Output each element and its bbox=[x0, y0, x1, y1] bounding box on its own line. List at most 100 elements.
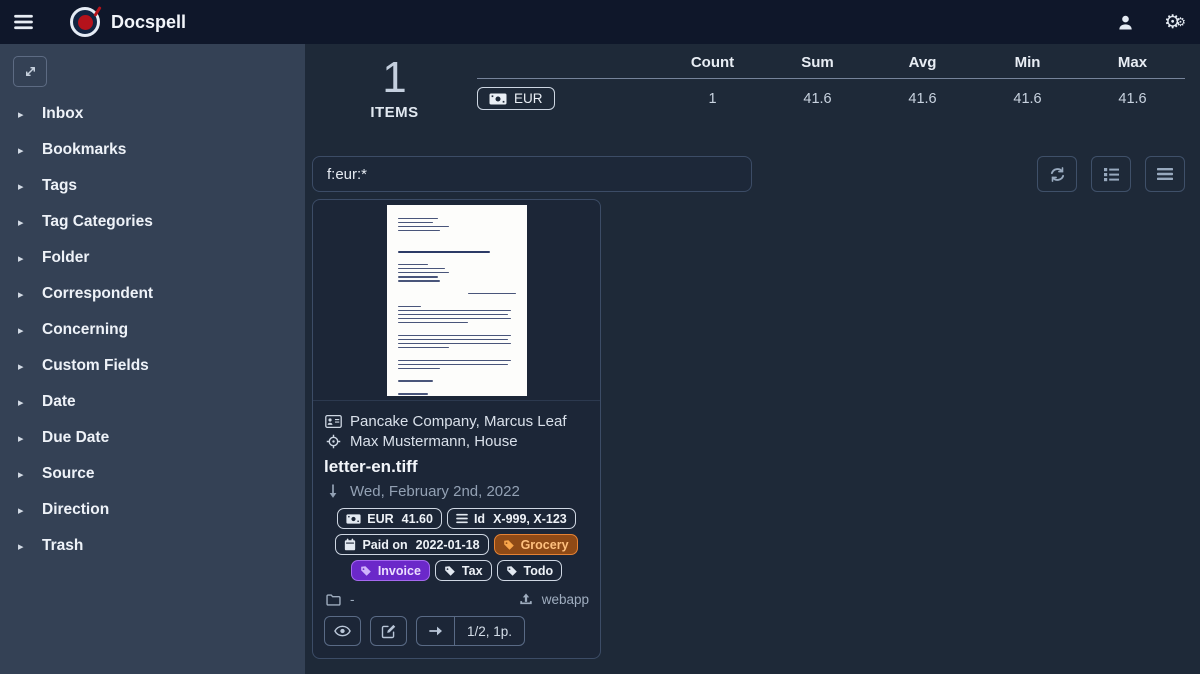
tag-badge-grocery[interactable]: Grocery bbox=[494, 534, 578, 555]
tag-badge-tax[interactable]: Tax bbox=[435, 560, 492, 581]
custom-field-badge[interactable]: Id X-999, X-123 bbox=[447, 508, 576, 529]
address-card-icon bbox=[324, 415, 342, 428]
calendar-icon bbox=[344, 538, 356, 551]
sidebar-item-tags[interactable]: ▸Tags bbox=[0, 168, 305, 204]
item-card: Pancake Company, Marcus Leaf Max Musterm… bbox=[312, 199, 601, 659]
currency-label: EUR bbox=[514, 91, 543, 106]
correspondent-text: Pancake Company, Marcus Leaf bbox=[350, 413, 567, 430]
caret-right-icon: ▸ bbox=[18, 144, 26, 157]
item-date-row: Wed, February 2nd, 2022 bbox=[324, 483, 589, 500]
preview-eye-icon[interactable] bbox=[324, 616, 361, 646]
currency-stats-table: Count Sum Avg Min Max EUR bbox=[477, 54, 1185, 121]
crosshairs-icon bbox=[324, 434, 342, 449]
items-count-block: 1 ITEMS bbox=[312, 54, 477, 121]
gears-icon[interactable]: ⚙︎⚙︎ bbox=[1162, 12, 1182, 32]
search-bar-row bbox=[312, 156, 1185, 192]
caret-right-icon: ▸ bbox=[18, 288, 26, 301]
user-icon[interactable] bbox=[1115, 12, 1135, 32]
item-title[interactable]: letter-en.tiff bbox=[324, 457, 589, 477]
sidebar-item-inbox[interactable]: ▸Inbox bbox=[0, 96, 305, 132]
caret-right-icon: ▸ bbox=[18, 360, 26, 373]
open-detail-group: 1/2, 1p. bbox=[416, 616, 525, 646]
main-panel: 1 ITEMS Count Sum Avg Min Max bbox=[305, 44, 1200, 674]
col-sum: Sum bbox=[765, 54, 870, 71]
concerning-text: Max Mustermann, House bbox=[350, 433, 518, 450]
stats-summary: 1 ITEMS Count Sum Avg Min Max bbox=[312, 54, 1185, 121]
filter-sidebar: ▸Inbox ▸Bookmarks ▸Tags ▸Tag Categories … bbox=[0, 44, 305, 674]
tag-icon bbox=[506, 565, 518, 577]
refresh-icon[interactable] bbox=[1037, 156, 1077, 192]
folder-source-row: - webapp bbox=[324, 592, 589, 607]
caret-right-icon: ▸ bbox=[18, 216, 26, 229]
sidebar-sections: ▸Inbox ▸Bookmarks ▸Tags ▸Tag Categories … bbox=[0, 96, 305, 564]
menu-icon[interactable] bbox=[14, 11, 36, 33]
caret-right-icon: ▸ bbox=[18, 504, 26, 517]
sidebar-item-folder[interactable]: ▸Folder bbox=[0, 240, 305, 276]
col-count: Count bbox=[660, 54, 765, 71]
stat-count-value: 1 bbox=[660, 91, 765, 107]
stats-header-row: Count Sum Avg Min Max bbox=[477, 54, 1185, 79]
pages-indicator: 1/2, 1p. bbox=[454, 617, 524, 645]
sidebar-item-custom-fields[interactable]: ▸Custom Fields bbox=[0, 348, 305, 384]
field-lines-icon bbox=[456, 513, 468, 524]
money-bill-icon bbox=[346, 514, 361, 524]
source-value: webapp bbox=[542, 592, 589, 607]
stat-max-value: 41.6 bbox=[1080, 91, 1185, 107]
col-max: Max bbox=[1080, 54, 1185, 71]
app-title: Docspell bbox=[111, 12, 186, 33]
sidebar-item-date[interactable]: ▸Date bbox=[0, 384, 305, 420]
arrow-down-icon bbox=[324, 484, 342, 499]
letter-preview bbox=[387, 205, 527, 396]
caret-right-icon: ▸ bbox=[18, 108, 26, 121]
caret-right-icon: ▸ bbox=[18, 324, 26, 337]
list-check-icon[interactable] bbox=[1091, 156, 1131, 192]
due-date-badge[interactable]: Paid on 2022-01-18 bbox=[335, 534, 488, 555]
item-date: Wed, February 2nd, 2022 bbox=[350, 483, 520, 500]
items-count: 1 bbox=[312, 56, 477, 100]
search-input[interactable] bbox=[312, 156, 752, 192]
stats-value-row: EUR 1 41.6 41.6 41.6 41.6 bbox=[477, 87, 1185, 110]
top-navbar: Docspell ⚙︎⚙︎ bbox=[0, 0, 1200, 44]
tag-icon bbox=[503, 539, 515, 551]
folder-icon bbox=[324, 594, 342, 606]
caret-right-icon: ▸ bbox=[18, 252, 26, 265]
tag-icon bbox=[360, 565, 372, 577]
sidebar-item-tag-categories[interactable]: ▸Tag Categories bbox=[0, 204, 305, 240]
tag-badge-todo[interactable]: Todo bbox=[497, 560, 563, 581]
folder-value: - bbox=[350, 592, 355, 607]
sidebar-item-direction[interactable]: ▸Direction bbox=[0, 492, 305, 528]
col-avg: Avg bbox=[870, 54, 975, 71]
docspell-logo-icon bbox=[70, 7, 100, 37]
badges: EUR 41.60 Id X-999, X-123 bbox=[324, 508, 589, 581]
tag-icon bbox=[444, 565, 456, 577]
correspondent-row: Pancake Company, Marcus Leaf bbox=[324, 413, 589, 430]
caret-right-icon: ▸ bbox=[18, 180, 26, 193]
edit-icon[interactable] bbox=[370, 616, 407, 646]
stat-sum-value: 41.6 bbox=[765, 91, 870, 107]
amount-badge[interactable]: EUR 41.60 bbox=[337, 508, 442, 529]
arrow-right-icon[interactable] bbox=[417, 617, 454, 645]
caret-right-icon: ▸ bbox=[18, 540, 26, 553]
sidebar-item-concerning[interactable]: ▸Concerning bbox=[0, 312, 305, 348]
items-count-label: ITEMS bbox=[312, 104, 477, 121]
menu-bars-icon[interactable] bbox=[1145, 156, 1185, 192]
caret-right-icon: ▸ bbox=[18, 432, 26, 445]
concerning-row: Max Mustermann, House bbox=[324, 433, 589, 450]
sidebar-item-source[interactable]: ▸Source bbox=[0, 456, 305, 492]
stat-min-value: 41.6 bbox=[975, 91, 1080, 107]
caret-right-icon: ▸ bbox=[18, 468, 26, 481]
tag-badge-invoice[interactable]: Invoice bbox=[351, 560, 430, 581]
sidebar-item-bookmarks[interactable]: ▸Bookmarks bbox=[0, 132, 305, 168]
upload-icon bbox=[517, 593, 535, 606]
stat-avg-value: 41.6 bbox=[870, 91, 975, 107]
caret-right-icon: ▸ bbox=[18, 396, 26, 409]
col-min: Min bbox=[975, 54, 1080, 71]
currency-badge: EUR bbox=[477, 87, 555, 110]
card-actions: 1/2, 1p. bbox=[324, 616, 589, 646]
sidebar-item-trash[interactable]: ▸Trash bbox=[0, 528, 305, 564]
sidebar-item-correspondent[interactable]: ▸Correspondent bbox=[0, 276, 305, 312]
money-bill-icon bbox=[489, 93, 507, 105]
sidebar-item-due-date[interactable]: ▸Due Date bbox=[0, 420, 305, 456]
document-thumbnail[interactable] bbox=[313, 200, 600, 401]
expand-diagonal-icon[interactable] bbox=[13, 56, 47, 87]
